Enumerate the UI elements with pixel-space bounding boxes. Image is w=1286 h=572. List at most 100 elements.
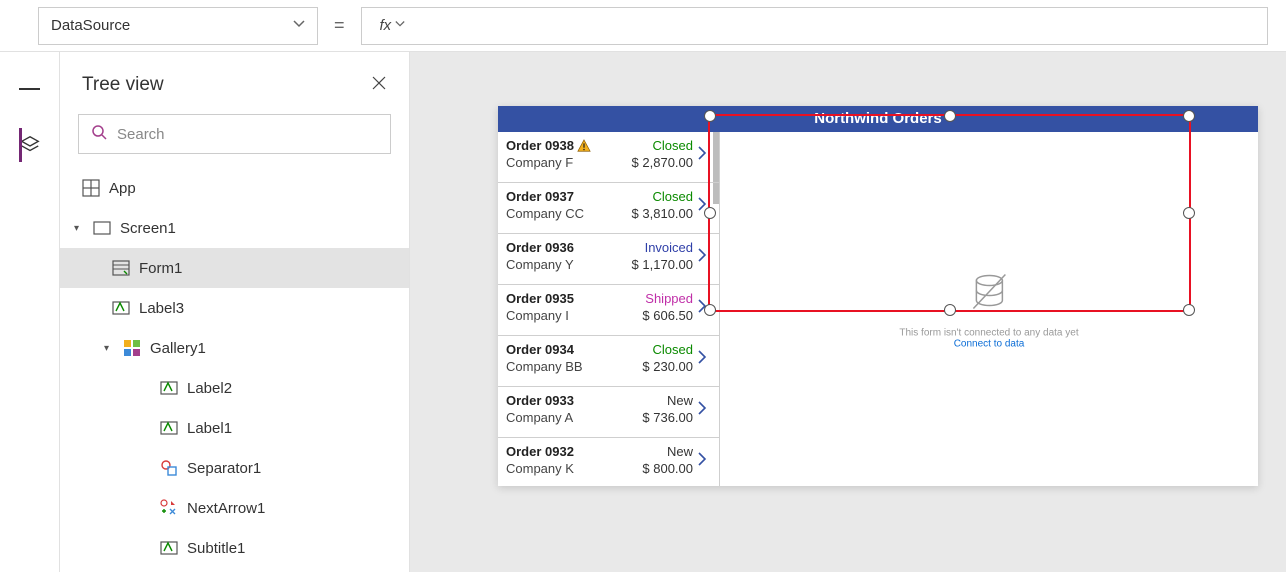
- order-status: New: [615, 393, 693, 408]
- equals-label: =: [328, 15, 351, 36]
- close-icon[interactable]: [371, 75, 387, 96]
- order-price: $ 800.00: [615, 461, 693, 476]
- chevron-right-icon[interactable]: [693, 240, 711, 262]
- order-status: New: [615, 444, 693, 459]
- order-list-item[interactable]: Order 0936 Company YInvoiced $ 1,170.00: [498, 234, 719, 285]
- order-title: Order 0935: [506, 291, 615, 306]
- order-list-item[interactable]: Order 0935 Company IShipped $ 606.50: [498, 285, 719, 336]
- tree-panel: Tree view App ▾ Screen: [60, 52, 410, 572]
- chevron-right-icon[interactable]: [693, 342, 711, 364]
- app-title: Northwind Orders: [498, 106, 1258, 132]
- tree-view-rail-button[interactable]: [19, 134, 41, 156]
- tree-item-form1[interactable]: Form1: [60, 248, 409, 288]
- order-list-item[interactable]: Order 0934 Company BBClosed $ 230.00: [498, 336, 719, 387]
- chevron-down-icon: [293, 17, 305, 34]
- empty-message: This form isn't connected to any data ye…: [899, 328, 1078, 339]
- tree-label: Form1: [139, 260, 182, 277]
- order-price: $ 736.00: [615, 410, 693, 425]
- search-box[interactable]: [78, 114, 391, 154]
- order-title: Order 0936: [506, 240, 615, 255]
- left-rail: [0, 52, 60, 572]
- formula-bar: DataSource = fx: [0, 0, 1286, 52]
- order-company: Company Y: [506, 257, 615, 272]
- tree-label: App: [109, 180, 136, 197]
- order-price: $ 606.50: [615, 308, 693, 323]
- tree-item-label3[interactable]: Label3: [60, 288, 409, 328]
- chevron-right-icon[interactable]: [693, 189, 711, 211]
- order-company: Company BB: [506, 359, 615, 374]
- search-input[interactable]: [117, 126, 378, 143]
- tree-label: Screen1: [120, 220, 176, 237]
- tree-item-nextarrow1[interactable]: NextArrow1: [60, 488, 409, 528]
- property-dropdown[interactable]: DataSource: [38, 7, 318, 45]
- order-title: Order 0934: [506, 342, 615, 357]
- tree-item-screen1[interactable]: ▾ Screen1: [60, 208, 409, 248]
- search-icon: [91, 124, 107, 145]
- order-list-item[interactable]: Order 0937 Company CCClosed $ 3,810.00: [498, 183, 719, 234]
- order-price: $ 1,170.00: [615, 257, 693, 272]
- tree-item-gallery1[interactable]: ▾ Gallery1: [60, 328, 409, 368]
- order-title: Order 0938: [506, 138, 615, 153]
- order-price: $ 2,870.00: [615, 155, 693, 170]
- order-list-item[interactable]: Order 0932 Company KNew $ 800.00: [498, 438, 719, 486]
- order-price: $ 3,810.00: [615, 206, 693, 221]
- order-status: Shipped: [615, 291, 693, 306]
- tree-item-app[interactable]: App: [60, 168, 409, 208]
- connect-to-data-link[interactable]: Connect to data: [899, 339, 1078, 350]
- formula-input[interactable]: fx: [361, 7, 1268, 45]
- order-company: Company F: [506, 155, 615, 170]
- tree-label: Subtitle1: [187, 540, 245, 557]
- layers-icon: [19, 134, 41, 156]
- label-icon: [160, 419, 178, 437]
- database-icon: [965, 269, 1013, 317]
- order-list-item[interactable]: Order 0933 Company ANew $ 736.00: [498, 387, 719, 438]
- order-company: Company CC: [506, 206, 615, 221]
- fx-icon: fx: [366, 17, 412, 34]
- label-icon: [160, 539, 178, 557]
- order-company: Company A: [506, 410, 615, 425]
- screen-icon: [93, 219, 111, 237]
- label-icon: [112, 299, 130, 317]
- form-area: This form isn't connected to any data ye…: [720, 132, 1258, 486]
- tree-header: Tree view: [60, 52, 409, 114]
- order-status: Closed: [615, 189, 693, 204]
- tree-item-label2[interactable]: Label2: [60, 368, 409, 408]
- tree-label: Gallery1: [150, 340, 206, 357]
- tree-title: Tree view: [82, 74, 164, 96]
- expand-icon[interactable]: ▾: [74, 223, 84, 234]
- order-title: Order 0937: [506, 189, 615, 204]
- order-gallery[interactable]: Order 0938 Company F Closed $ 2,870.00 Order…: [498, 132, 720, 486]
- form-icon: [112, 259, 130, 277]
- gallery-icon: [123, 339, 141, 357]
- order-title: Order 0933: [506, 393, 615, 408]
- icon-group-icon: [160, 499, 178, 517]
- app-icon: [82, 179, 100, 197]
- tree-scroll[interactable]: App ▾ Screen1 Form1 Label3: [60, 168, 409, 572]
- form-empty-state: This form isn't connected to any data ye…: [899, 269, 1078, 350]
- tree-label: Separator1: [187, 460, 261, 477]
- tree-label: Label1: [187, 420, 232, 437]
- tree-label: Label2: [187, 380, 232, 397]
- tree-label: Label3: [139, 300, 184, 317]
- chevron-right-icon[interactable]: [693, 138, 711, 160]
- expand-icon[interactable]: ▾: [104, 343, 114, 354]
- chevron-right-icon[interactable]: [693, 444, 711, 466]
- order-status: Closed: [615, 342, 693, 357]
- tree-item-separator1[interactable]: Separator1: [60, 448, 409, 488]
- chevron-right-icon[interactable]: [693, 393, 711, 415]
- hamburger-icon[interactable]: [19, 78, 41, 100]
- canvas-area[interactable]: Northwind Orders Order 0938 Company F Clos…: [410, 52, 1286, 572]
- app-body: Order 0938 Company F Closed $ 2,870.00 Order…: [498, 132, 1258, 486]
- order-price: $ 230.00: [615, 359, 693, 374]
- order-status: Invoiced: [615, 240, 693, 255]
- order-company: Company I: [506, 308, 615, 323]
- chevron-right-icon[interactable]: [693, 291, 711, 313]
- order-list-item[interactable]: Order 0938Company FClosed$ 2,870.00: [498, 132, 719, 183]
- tree-item-subtitle1[interactable]: Subtitle1: [60, 528, 409, 568]
- order-company: Company K: [506, 461, 615, 476]
- tree-item-label1[interactable]: Label1: [60, 408, 409, 448]
- separator-icon: [160, 459, 178, 477]
- order-title: Order 0932: [506, 444, 615, 459]
- property-dropdown-value: DataSource: [51, 17, 130, 34]
- main-area: Tree view App ▾ Screen: [0, 52, 1286, 572]
